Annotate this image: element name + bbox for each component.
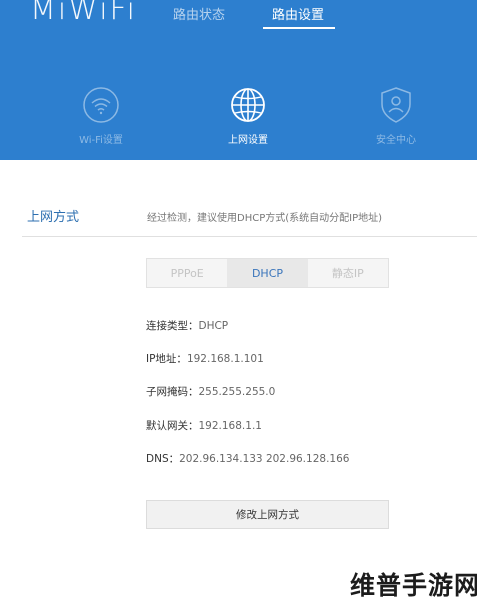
dns-row: DNS：202.96.134.133 202.96.128.166 (146, 451, 349, 466)
top-nav: 路由状态 路由设置 (0, 0, 477, 40)
dns-value: 202.96.134.133 202.96.128.166 (179, 453, 350, 465)
nav-router-settings[interactable]: 路由设置 (272, 4, 324, 23)
subnav-security-label: 安全中心 (376, 135, 416, 146)
section-description: 经过检测，建议使用DHCP方式(系统自动分配IP地址) (147, 213, 383, 224)
connection-type-row: 连接类型：DHCP (146, 318, 228, 333)
ip-address-row: IP地址：192.168.1.101 (146, 351, 264, 366)
subnav-wifi-label: Wi-Fi设置 (79, 135, 123, 146)
ip-address-value: 192.168.1.101 (186, 353, 264, 365)
nav-router-status[interactable]: 路由状态 (173, 4, 225, 23)
nav-active-underline (263, 27, 335, 29)
globe-icon (231, 88, 265, 122)
connection-type-value: DHCP (198, 320, 229, 332)
mode-pppoe-button[interactable]: PPPoE (147, 259, 227, 287)
ip-address-label: IP地址： (146, 353, 187, 365)
default-gateway-row: 默认网关：192.168.1.1 (146, 418, 262, 433)
subnav-wifi-settings[interactable]: Wi-Fi设置 (51, 85, 151, 146)
default-gateway-value: 192.168.1.1 (198, 420, 262, 432)
mode-dhcp-button[interactable]: DHCP (227, 259, 308, 287)
dns-label: DNS： (146, 453, 180, 465)
section-title: 上网方式 (27, 210, 80, 225)
default-gateway-label: 默认网关： (146, 420, 199, 432)
subnav-security-center[interactable]: 安全中心 (346, 85, 446, 146)
subnet-mask-label: 子网掩码： (146, 386, 199, 398)
section-divider (22, 236, 477, 237)
shield-user-icon (381, 87, 411, 123)
subnet-mask-row: 子网掩码：255.255.255.0 (146, 384, 275, 399)
site-watermark: 维普手游网 (350, 571, 477, 600)
connection-type-label: 连接类型： (146, 320, 199, 332)
wifi-icon (83, 87, 119, 123)
subnav-network-settings[interactable]: 上网设置 (198, 85, 298, 146)
mode-static-ip-button[interactable]: 静态IP (308, 259, 388, 287)
subnet-mask-value: 255.255.255.0 (198, 386, 276, 398)
header-bar: MiWiFi 路由状态 路由设置 Wi-Fi设置 上网设置 安全中心 (0, 0, 477, 160)
subnav-network-label: 上网设置 (228, 135, 268, 146)
connection-mode-selector: PPPoE DHCP 静态IP (146, 258, 389, 288)
modify-connection-button[interactable]: 修改上网方式 (146, 500, 389, 529)
